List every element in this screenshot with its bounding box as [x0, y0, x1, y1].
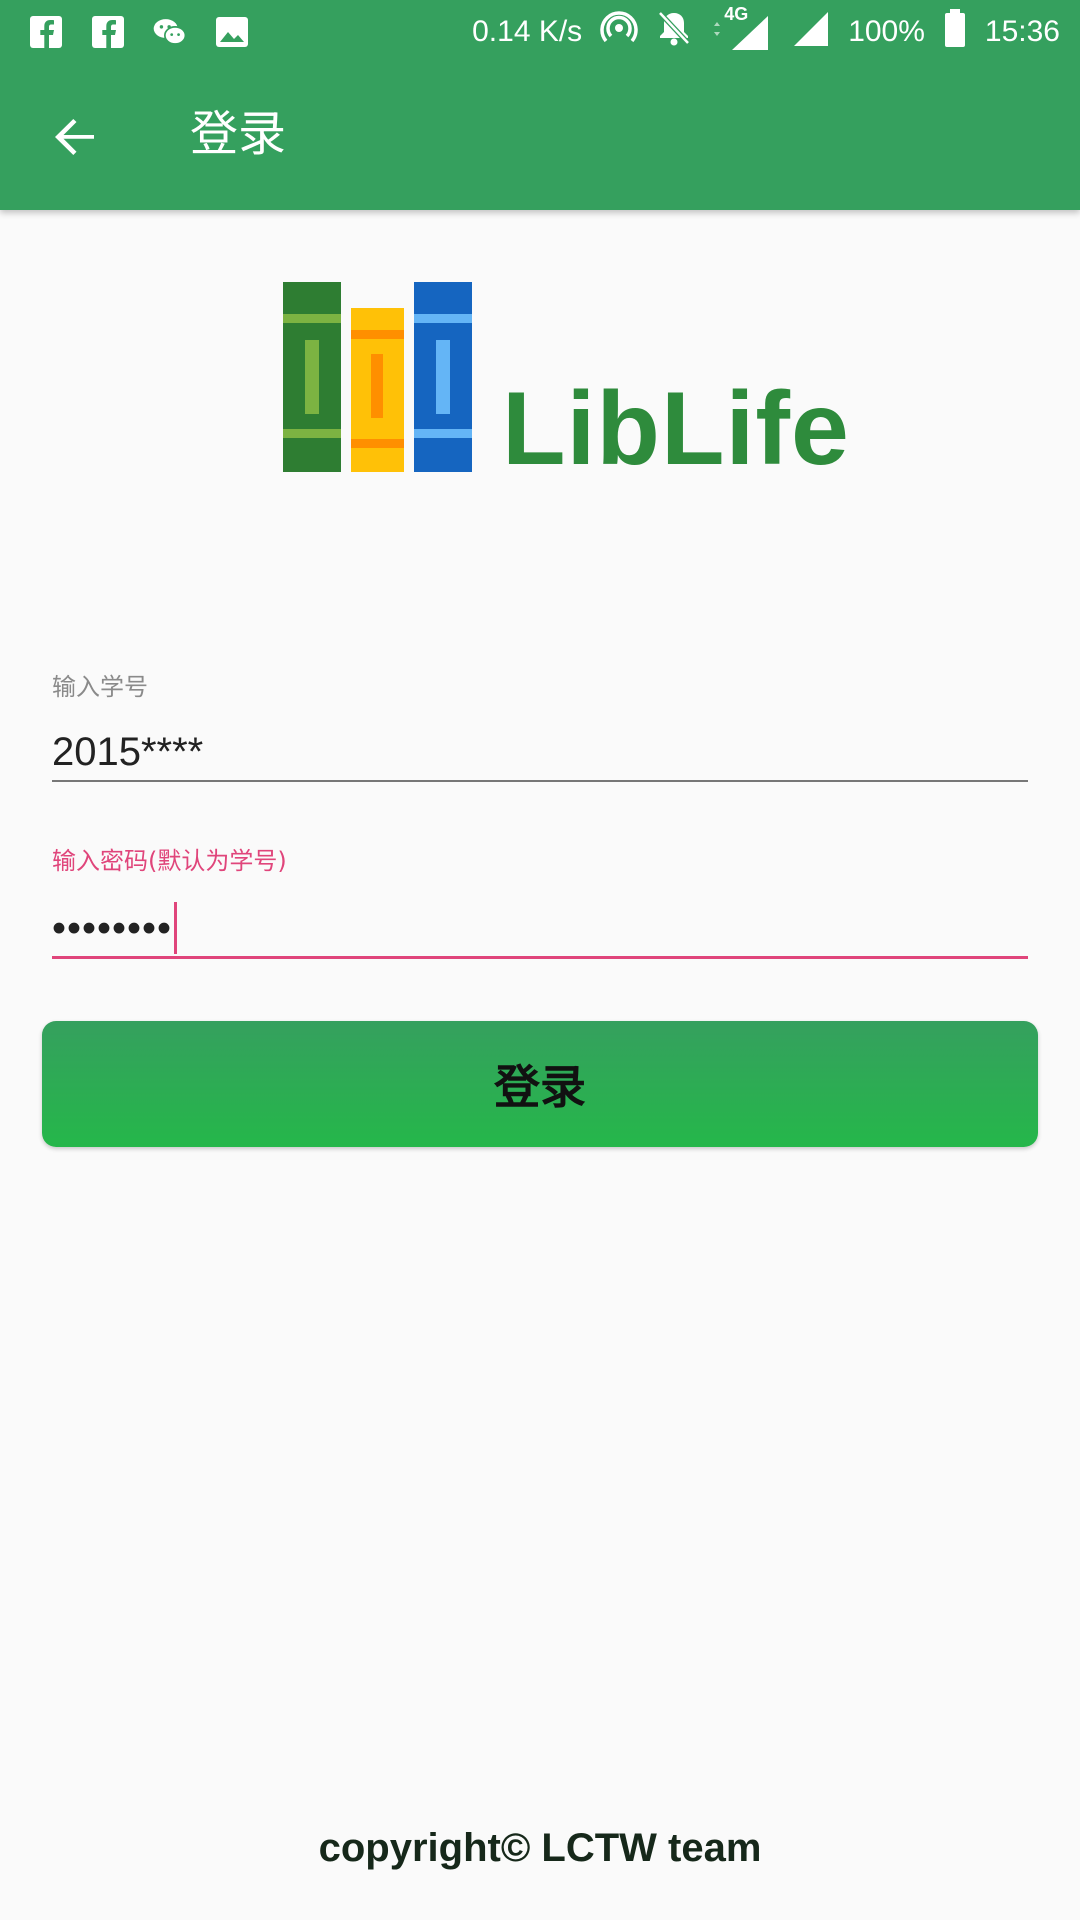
battery-percent: 100%: [848, 15, 925, 48]
arrow-back-icon: [55, 119, 94, 155]
copyright-text: copyright© LCTW team: [318, 1826, 762, 1870]
page-title: 登录: [190, 106, 287, 162]
image-icon: [214, 14, 250, 50]
logo-text: LibLife: [502, 371, 850, 487]
notifications-off-icon: [656, 9, 692, 55]
clock: 15:36: [984, 15, 1060, 48]
wechat-icon: [152, 14, 188, 50]
top-bar: 0.14 K/s 4G 100% 15:36 登录: [0, 0, 1080, 210]
student-id-field[interactable]: 输入学号 2015****: [52, 672, 1028, 782]
app-bar: 登录: [0, 64, 1080, 210]
mobile-signal-4g-icon: 4G: [710, 4, 772, 52]
student-id-input[interactable]: 2015****: [52, 724, 1028, 782]
password-field[interactable]: 输入密码(默认为学号) ••••••••: [52, 846, 1028, 959]
password-label: 输入密码(默认为学号): [52, 847, 287, 875]
back-button[interactable]: [40, 102, 110, 172]
status-bar: 0.14 K/s 4G 100% 15:36: [0, 0, 1080, 64]
hotspot-icon: [600, 9, 638, 55]
text-cursor: [174, 902, 178, 955]
facebook-icon: [28, 14, 64, 50]
app-logo: LibLife: [280, 282, 849, 492]
signal-icon: [790, 8, 830, 56]
facebook-icon: [90, 14, 126, 50]
login-button[interactable]: 登录: [42, 1021, 1038, 1147]
network-speed: 0.14 K/s: [472, 15, 583, 48]
student-id-label: 输入学号: [52, 673, 148, 701]
battery-icon: [943, 8, 967, 56]
password-value: ••••••••: [52, 906, 173, 951]
books-icon: [283, 282, 472, 472]
login-button-label: 登录: [494, 1060, 586, 1114]
password-input[interactable]: ••••••••: [52, 898, 1028, 959]
